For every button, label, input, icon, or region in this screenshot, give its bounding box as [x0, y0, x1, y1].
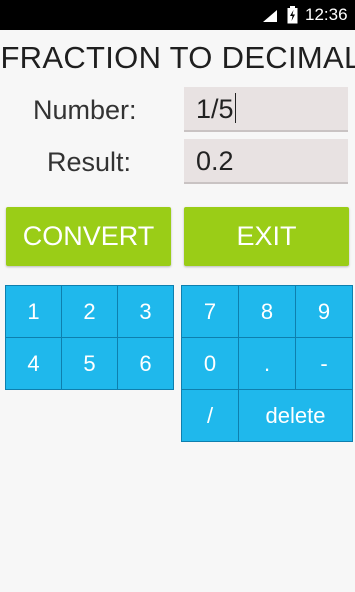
result-field-value: 0.2 [196, 146, 234, 176]
key-6[interactable]: 6 [117, 337, 174, 390]
key-8[interactable]: 8 [238, 285, 296, 338]
key-dot[interactable]: . [238, 337, 296, 390]
result-label: Result: [47, 147, 132, 177]
status-clock: 12:36 [305, 5, 348, 24]
key-1[interactable]: 1 [5, 285, 62, 338]
exit-button[interactable]: EXIT [184, 207, 349, 266]
key-slash[interactable]: / [181, 389, 239, 442]
key-5[interactable]: 5 [61, 337, 118, 390]
key-0[interactable]: 0 [181, 337, 239, 390]
status-bar: 12:36 [0, 0, 355, 30]
number-input-value: 1/5 [196, 94, 234, 124]
key-9[interactable]: 9 [295, 285, 353, 338]
delete-button[interactable]: delete [238, 389, 353, 442]
number-input[interactable]: 1/5 [184, 87, 348, 132]
key-2[interactable]: 2 [61, 285, 118, 338]
result-field[interactable]: 0.2 [184, 139, 348, 184]
wifi-icon [262, 8, 278, 27]
key-4[interactable]: 4 [5, 337, 62, 390]
page-title: FRACTION TO DECIMAL [0, 40, 355, 75]
battery-charging-icon [287, 6, 298, 28]
key-3[interactable]: 3 [117, 285, 174, 338]
app-screen: 12:36 FRACTION TO DECIMAL Number: 1/5 Re… [0, 0, 355, 592]
key-minus[interactable]: - [295, 337, 353, 390]
convert-button[interactable]: CONVERT [6, 207, 171, 266]
number-label: Number: [33, 95, 137, 125]
key-7[interactable]: 7 [181, 285, 239, 338]
text-cursor [234, 93, 236, 123]
